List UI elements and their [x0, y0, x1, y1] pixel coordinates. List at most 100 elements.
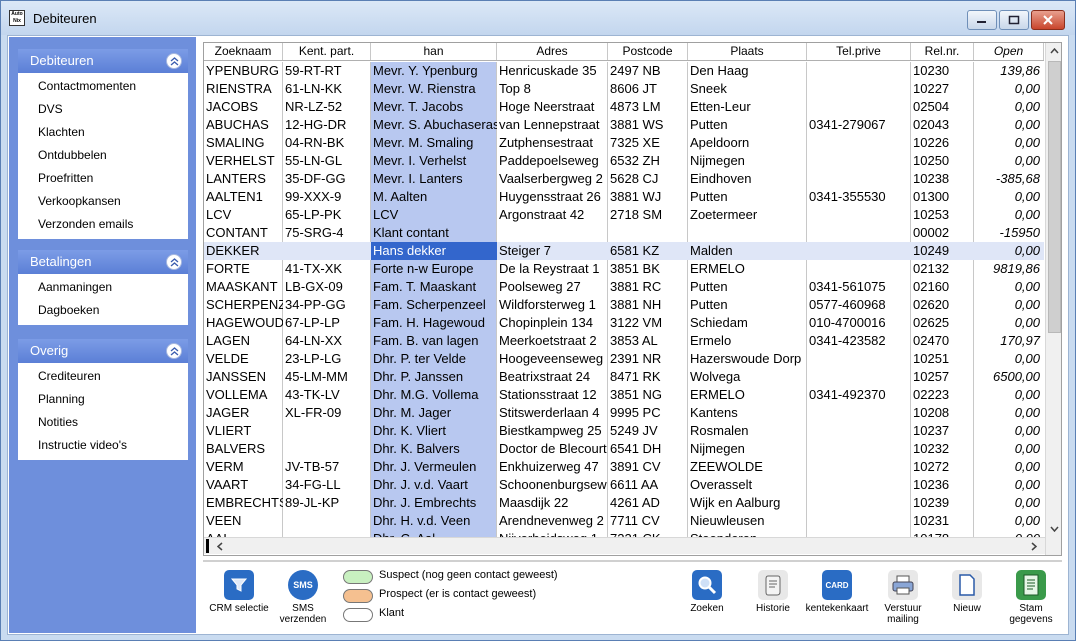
table-row[interactable]: VELDE 23-LP-LG Dhr. P. ter Velde Hoogeveens… — [204, 350, 1044, 368]
sidebar-item[interactable]: Planning — [18, 388, 188, 411]
table-cell: Meerkoetstraat 2 — [499, 333, 597, 348]
stam-gegevens-button[interactable]: Stam gegevens — [999, 570, 1063, 625]
table-cell: 0341-355530 — [809, 189, 886, 204]
table-row[interactable]: VLIERT Dhr. K. Vliert Biestkampweg 25 5249 … — [204, 422, 1044, 440]
column-header[interactable]: Kent. part. — [283, 43, 371, 60]
table-row[interactable]: VEEN Dhr. H. v.d. Veen Arendnevenweg 2 7711… — [204, 512, 1044, 530]
sidebar-item[interactable]: Proefritten — [18, 167, 188, 190]
verstuur-mailing-button[interactable]: Verstuur mailing — [871, 570, 935, 625]
document-list-icon — [1016, 570, 1046, 600]
sidebar-group-header[interactable]: Debiteuren — [18, 49, 188, 73]
sidebar-item[interactable]: Ontdubbelen — [18, 144, 188, 167]
nieuw-button[interactable]: Nieuw — [935, 570, 999, 614]
column-header[interactable]: Postcode — [608, 43, 688, 60]
sidebar-group-header[interactable]: Betalingen — [18, 250, 188, 274]
grid-body: YPENBURG 59-RT-RT Mevr. Y. Ypenburg Henricu… — [204, 62, 1044, 537]
table-cell: 6500,00 — [993, 369, 1040, 384]
table-row[interactable]: ABUCHAS 12-HG-DR Mevr. S. Abuchaseras van L… — [204, 116, 1044, 134]
table-cell: 0,00 — [1014, 207, 1040, 222]
table-row[interactable]: JANSSEN 45-LM-MM Dhr. P. Janssen Beatrixstr… — [204, 368, 1044, 386]
sidebar-item-list: Crediteuren Planning Notities Instructie vi… — [18, 363, 188, 460]
table-cell: Hans dekker — [371, 242, 497, 260]
table-row[interactable]: JAGER XL-FR-09 Dhr. M. Jager Stitswerderlaa… — [204, 404, 1044, 422]
table-row[interactable]: SMALING 04-RN-BK Mevr. M. Smaling Zutphense… — [204, 134, 1044, 152]
table-cell: Forte n-w Europe — [373, 261, 474, 276]
column-header[interactable]: Open — [974, 43, 1044, 60]
table-row[interactable]: VAART 34-FG-LL Dhr. J. v.d. Vaart Schoonenb… — [204, 476, 1044, 494]
sms-verzenden-button[interactable]: SMS SMS verzenden — [271, 570, 335, 625]
sidebar-item[interactable]: Aanmaningen — [18, 276, 188, 299]
table-row[interactable]: VERM JV-TB-57 Dhr. J. Vermeulen Enkhuizerwe… — [204, 458, 1044, 476]
title-bar[interactable]: Auto Nix Debiteuren — [1, 1, 1075, 35]
table-cell: 02160 — [913, 279, 950, 294]
horizontal-scrollbar[interactable] — [204, 537, 1045, 554]
table-row[interactable]: FORTE 41-TX-XK Forte n-w Europe De la Reyst… — [204, 260, 1044, 278]
table-row[interactable]: EMBRECHTS 89-JL-KP Dhr. J. Embrechts Maasdi… — [204, 494, 1044, 512]
column-header[interactable]: Plaats — [688, 43, 807, 60]
column-header[interactable]: han — [371, 43, 497, 60]
table-row[interactable]: AAL Dhr. C. AalNijverheidsweg 17221 CKSte… — [204, 530, 1044, 537]
table-cell: LCV — [373, 207, 399, 222]
table-cell: Nieuwleusen — [690, 513, 765, 528]
sidebar-item[interactable]: Contactmomenten — [18, 75, 188, 98]
column-header[interactable]: Adres — [497, 43, 608, 60]
column-header[interactable]: Tel.prive — [807, 43, 911, 60]
sidebar-item[interactable]: Crediteuren — [18, 365, 188, 388]
table-row[interactable]: BALVERS Dhr. K. Balvers Doctor de Blecourt… — [204, 440, 1044, 458]
collapse-chevron-icon[interactable] — [166, 343, 182, 359]
table-row[interactable]: LANTERS 35-DF-GG Mevr. I. Lanters Vaalserbe… — [204, 170, 1044, 188]
scroll-down-button[interactable] — [1046, 521, 1061, 537]
table-row-selected[interactable]: DEKKER Hans dekker Steiger 7 6581 KZ Malden 1… — [204, 242, 1044, 260]
minimize-button[interactable] — [967, 10, 997, 30]
scroll-left-button[interactable] — [212, 538, 228, 554]
table-row[interactable]: VOLLEMA 43-TK-LV Dhr. M.G. Vollema Stations… — [204, 386, 1044, 404]
sidebar-item[interactable]: Klachten — [18, 121, 188, 144]
sidebar-item[interactable]: Dagboeken — [18, 299, 188, 322]
scroll-up-button[interactable] — [1046, 43, 1061, 59]
table-cell: SMALING — [206, 135, 265, 150]
table-cell: Hoge Neerstraat — [499, 99, 595, 114]
table-row[interactable]: AALTEN1 99-XXX-9 M. Aalten Huygensstraat 26… — [204, 188, 1044, 206]
table-row[interactable]: LAGEN 64-LN-XX Fam. B. van lagen Meerkoetst… — [204, 332, 1044, 350]
table-cell: Dhr. C. Aal — [371, 530, 497, 537]
maximize-button[interactable] — [999, 10, 1029, 30]
sidebar-item[interactable]: Verkoopkansen — [18, 190, 188, 213]
table-cell: 0,00 — [1014, 387, 1040, 402]
table-cell: Dhr. M.G. Vollema — [373, 387, 479, 402]
table-row[interactable]: VERHELST 55-LN-GL Mevr. I. Verhelst Paddepo… — [204, 152, 1044, 170]
table-row[interactable]: HAGEWOUD 67-LP-LP Fam. H. Hagewoud Chopinpl… — [204, 314, 1044, 332]
scroll-right-button[interactable] — [1026, 538, 1042, 554]
table-row[interactable]: LCV 65-LP-PK LCV Argonstraat 42 2718 SM Zoete… — [204, 206, 1044, 224]
column-header[interactable]: Zoeknaam — [204, 43, 283, 60]
table-cell: 43-TK-LV — [285, 387, 340, 402]
table-row[interactable]: JACOBS NR-LZ-52 Mevr. T. Jacobs Hoge Neerst… — [204, 98, 1044, 116]
table-cell — [283, 242, 371, 260]
sidebar-item[interactable]: Verzonden emails — [18, 213, 188, 236]
sidebar-item[interactable]: DVS — [18, 98, 188, 121]
table-cell: Wijk en Aalburg — [690, 495, 781, 510]
sidebar-group-header[interactable]: Overig — [18, 339, 188, 363]
sidebar-item[interactable]: Instructie video's — [18, 434, 188, 457]
kentekenkaart-button[interactable]: CARD kentekenkaart — [805, 570, 869, 614]
table-row[interactable]: RIENSTRA 61-LN-KK Mevr. W. Rienstra Top 8 86… — [204, 80, 1044, 98]
table-cell: 10236 — [913, 477, 950, 492]
table-row[interactable]: CONTANT 75-SRG-4 Klant contant 00002 -15950 — [204, 224, 1044, 242]
vertical-scroll-thumb[interactable] — [1048, 61, 1061, 333]
minimize-icon — [977, 21, 986, 23]
crm-selectie-button[interactable]: CRM selectie — [207, 570, 271, 614]
collapse-chevron-icon[interactable] — [166, 53, 182, 69]
close-button[interactable] — [1031, 10, 1065, 30]
vertical-scrollbar[interactable] — [1045, 43, 1061, 555]
table-cell: 4261 AD — [610, 495, 660, 510]
table-row[interactable]: MAASKANT LB-GX-09 Fam. T. Maaskant Poolsewe… — [204, 278, 1044, 296]
table-cell: 6611 AA — [610, 477, 659, 492]
historie-button[interactable]: Historie — [741, 570, 805, 614]
verstuur-mailing-label: Verstuur mailing — [884, 603, 922, 625]
table-row[interactable]: SCHERPENZE34-PP-GG Fam. Scherpenzeel Wildf… — [204, 296, 1044, 314]
table-cell: Huygensstraat 26 — [499, 189, 601, 204]
collapse-chevron-icon[interactable] — [166, 254, 182, 270]
zoeken-button[interactable]: Zoeken — [675, 570, 739, 614]
sidebar-item[interactable]: Notities — [18, 411, 188, 434]
table-row[interactable]: YPENBURG 59-RT-RT Mevr. Y. Ypenburg Henricu… — [204, 62, 1044, 80]
column-header[interactable]: Rel.nr. — [911, 43, 974, 60]
